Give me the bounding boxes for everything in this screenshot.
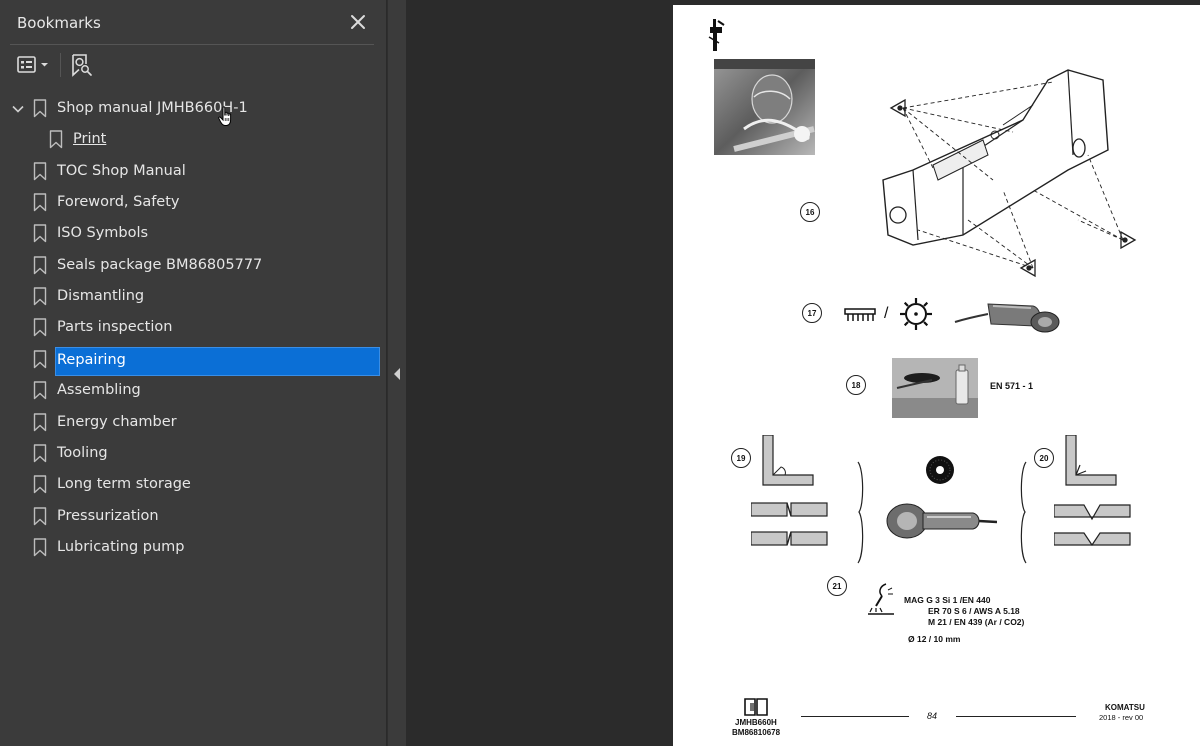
welding-torch-icon (868, 583, 894, 615)
bookmark-options-icon[interactable] (14, 52, 54, 78)
bookmark-item[interactable]: Pressurization (0, 501, 387, 532)
close-icon[interactable] (346, 10, 370, 34)
footer-rule-right (956, 716, 1076, 717)
page-number: 84 (927, 711, 938, 721)
document-canvas[interactable]: 16 17 / 18 EN 571 - 1 19 20 21 MAG G 3 S… (406, 0, 1200, 746)
panel-splitter[interactable] (387, 0, 406, 746)
breaker-housing-diagram (882, 69, 1137, 278)
penetrant-spray-photo (892, 358, 978, 418)
bookmark-icon (33, 412, 47, 432)
angle-grinder-photo-2 (886, 503, 997, 539)
bookmark-icon (33, 161, 47, 181)
footer-model: JMHB660H (735, 718, 777, 727)
bookmark-item[interactable]: Lubricating pump (0, 532, 387, 563)
slash-separator: / (884, 305, 889, 322)
step18-standard: EN 571 - 1 (990, 381, 1034, 391)
find-bookmark-icon[interactable] (68, 52, 94, 78)
bookmark-label[interactable]: Lubricating pump (55, 538, 187, 556)
footer-rule-left (801, 716, 909, 717)
bookmark-item[interactable]: Repairing (0, 344, 387, 376)
bookmark-icon (33, 193, 47, 212)
bookmark-label[interactable]: Dismantling (55, 287, 146, 305)
manual-book-icon (744, 698, 768, 716)
bookmark-icon (33, 224, 47, 243)
bookmark-item[interactable]: Long term storage (0, 469, 387, 500)
air-tool-icon (708, 19, 725, 51)
bookmark-item[interactable]: Print (0, 124, 387, 155)
step-number: 21 (827, 576, 847, 596)
welding-spec-line4: Ø 12 / 10 mm (908, 634, 961, 644)
bookmark-item[interactable]: Seals package BM86805777 (0, 250, 387, 281)
toolbar-separator (60, 53, 61, 77)
collapse-arrow-icon[interactable] (393, 368, 401, 380)
bookmark-icon (33, 350, 47, 369)
hand-cursor-icon (218, 106, 232, 126)
bookmark-item[interactable]: Dismantling (0, 281, 387, 312)
bookmark-label[interactable]: Tooling (55, 444, 110, 462)
bookmark-icon (33, 538, 47, 557)
grinding-disc-icon (900, 298, 932, 330)
welding-spec-line3: M 21 / EN 439 (Ar / CO2) (928, 617, 1025, 627)
bookmark-label[interactable]: Parts inspection (55, 318, 174, 336)
weld-joint-diagram-right (1054, 435, 1131, 547)
step-number: 19 (731, 448, 751, 468)
bookmark-item[interactable]: Foreword, Safety (0, 187, 387, 218)
bookmark-label[interactable]: ISO Symbols (55, 224, 150, 242)
bookmark-label[interactable]: Print (71, 130, 108, 148)
step-number: 18 (846, 375, 866, 395)
bookmark-icon (33, 318, 47, 337)
step-number: 20 (1034, 448, 1054, 468)
step-number: 17 (802, 303, 822, 323)
bookmark-icon (33, 444, 47, 463)
bookmark-item[interactable]: ISO Symbols (0, 218, 387, 249)
bracket-left (857, 461, 864, 564)
bookmark-icon (33, 475, 47, 494)
bookmarks-toolbar (0, 45, 387, 85)
panel-title: Bookmarks (17, 14, 101, 32)
bookmark-label[interactable]: Repairing (55, 346, 380, 376)
footer-brand: KOMATSU (1105, 703, 1145, 712)
footer-revision: 2018 - rev 00 (1099, 713, 1144, 722)
bookmark-label[interactable]: Pressurization (55, 507, 161, 525)
bookmarks-panel: Bookmarks Shop manual JMHB660H-1 Print T… (0, 0, 387, 746)
bookmark-icon (33, 381, 47, 400)
bookmark-item[interactable]: Energy chamber (0, 407, 387, 438)
document-page: 16 17 / 18 EN 571 - 1 19 20 21 MAG G 3 S… (673, 5, 1200, 746)
cutting-disc-icon (926, 456, 954, 484)
bookmark-icon (33, 99, 47, 118)
angle-grinder-photo (954, 303, 1060, 333)
step-number: 16 (800, 202, 820, 222)
welding-spec-line1: MAG G 3 Si 1 /EN 440 (904, 595, 991, 605)
bookmark-icon (33, 287, 47, 306)
chevron-down-icon[interactable] (11, 102, 25, 116)
weld-joint-diagram-left (751, 435, 828, 546)
wire-brush-icon (844, 308, 876, 321)
bookmark-item[interactable]: Parts inspection (0, 312, 387, 343)
footer-code: BM86810678 (732, 728, 781, 737)
bookmark-item[interactable]: Tooling (0, 438, 387, 469)
bookmark-icon (49, 130, 63, 149)
bookmark-label[interactable]: Long term storage (55, 475, 193, 493)
bookmark-label[interactable]: Foreword, Safety (55, 193, 182, 211)
bookmark-label[interactable]: Assembling (55, 381, 143, 399)
bracket-right (1020, 461, 1027, 564)
welding-photo (714, 59, 815, 155)
bookmark-icon (33, 506, 47, 526)
bookmark-icon (33, 256, 47, 275)
bookmark-item[interactable]: TOC Shop Manual (0, 156, 387, 187)
bookmark-item[interactable]: Shop manual JMHB660H-1 (0, 93, 387, 124)
bookmark-item[interactable]: Assembling (0, 375, 387, 406)
welding-spec-line2: ER 70 S 6 / AWS A 5.18 (928, 606, 1020, 616)
bookmark-label[interactable]: Energy chamber (55, 413, 179, 431)
bookmark-label[interactable]: TOC Shop Manual (55, 162, 188, 180)
bookmark-label[interactable]: Seals package BM86805777 (55, 256, 264, 274)
panel-header: Bookmarks (0, 0, 387, 44)
